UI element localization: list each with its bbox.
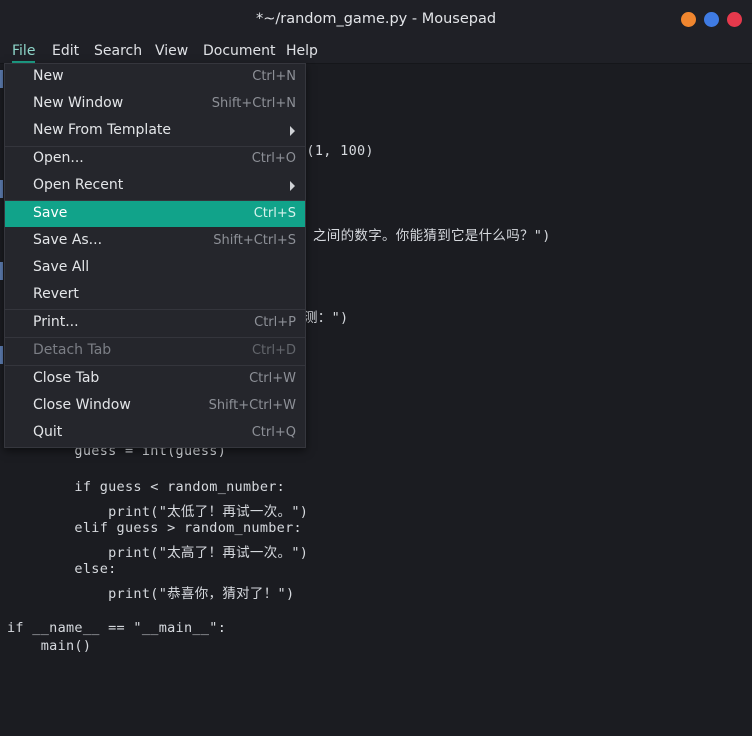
menu-document[interactable]: Document	[203, 41, 276, 61]
code-fragment: 测：")	[304, 310, 349, 326]
menu-view[interactable]: View	[155, 41, 188, 61]
menu-item-shortcut: Shift+Ctrl+S	[213, 233, 296, 248]
menu-item-new-from-template[interactable]: New From Template	[5, 118, 305, 144]
menu-item-label: Close Window	[33, 397, 131, 413]
menu-item-label: Save All	[33, 259, 90, 275]
menu-item-save-all[interactable]: Save All	[5, 255, 305, 281]
title-bar: *~/random_game.py - Mousepad	[0, 0, 752, 40]
code-line: elif guess > random_number:	[7, 520, 302, 536]
minimize-button[interactable]	[681, 12, 696, 27]
maximize-button[interactable]	[704, 12, 719, 27]
menu-item-print[interactable]: Print... Ctrl+P	[5, 310, 305, 336]
close-button[interactable]	[727, 12, 742, 27]
code-line: if guess < random_number:	[7, 479, 286, 495]
menu-file[interactable]: File	[12, 41, 36, 63]
menu-item-new[interactable]: New Ctrl+N	[5, 64, 305, 90]
code-line: print("太低了！再试一次。")	[7, 504, 309, 520]
submenu-arrow-icon	[290, 126, 295, 136]
menu-item-revert[interactable]: Revert	[5, 282, 305, 308]
menu-item-open[interactable]: Open... Ctrl+O	[5, 146, 305, 172]
menu-item-shortcut: Ctrl+N	[252, 69, 296, 84]
code-line: print("恭喜你，猜对了！")	[7, 586, 295, 602]
menu-item-close-tab[interactable]: Close Tab Ctrl+W	[5, 366, 305, 392]
code-fragment: t(1, 100)	[298, 143, 374, 159]
menu-item-label: Save As...	[33, 232, 103, 248]
left-edge-marker	[0, 262, 3, 280]
menu-item-label: New	[33, 68, 64, 84]
menu-bar: File Edit Search View Document Help	[0, 40, 752, 64]
menu-item-label: Close Tab	[33, 370, 100, 386]
code-fragment: 之间的数字。你能猜到它是什么吗？")	[313, 228, 551, 244]
code-line: print("太高了！再试一次。")	[7, 545, 309, 561]
menu-search[interactable]: Search	[94, 41, 142, 61]
menu-item-shortcut: Ctrl+W	[249, 371, 296, 386]
menu-item-label: New Window	[33, 95, 124, 111]
menu-item-label: Open...	[33, 150, 84, 166]
menu-item-open-recent[interactable]: Open Recent	[5, 173, 305, 199]
left-edge-marker	[0, 180, 3, 198]
menu-item-label: Quit	[33, 424, 63, 440]
menu-item-shortcut: Ctrl+O	[251, 151, 296, 166]
menu-item-label: Print...	[33, 314, 79, 330]
menu-item-label: New From Template	[33, 122, 172, 138]
menu-item-label: Revert	[33, 286, 79, 302]
menu-item-shortcut: Shift+Ctrl+N	[211, 96, 296, 111]
left-edge-marker	[0, 70, 3, 88]
menu-item-shortcut: Ctrl+D	[251, 343, 296, 358]
menu-item-shortcut: Shift+Ctrl+W	[208, 398, 296, 413]
menu-help[interactable]: Help	[286, 41, 318, 61]
menu-item-quit[interactable]: Quit Ctrl+Q	[5, 420, 305, 446]
menu-item-save[interactable]: Save Ctrl+S	[5, 201, 305, 227]
code-line: else:	[7, 561, 117, 577]
menu-item-close-window[interactable]: Close Window Shift+Ctrl+W	[5, 393, 305, 419]
menu-item-shortcut: Ctrl+Q	[251, 425, 296, 440]
code-line: main()	[7, 638, 92, 654]
file-menu-dropdown: New Ctrl+N New Window Shift+Ctrl+N New F…	[4, 63, 306, 448]
menu-item-save-as[interactable]: Save As... Shift+Ctrl+S	[5, 228, 305, 254]
left-edge-marker	[0, 346, 3, 364]
submenu-arrow-icon	[290, 181, 295, 191]
menu-item-shortcut: Ctrl+P	[254, 315, 296, 330]
menu-item-label: Save	[33, 205, 68, 221]
window-title: *~/random_game.py - Mousepad	[255, 11, 497, 27]
menu-item-detach-tab: Detach Tab Ctrl+D	[5, 338, 305, 364]
code-line: if __name__ == "__main__":	[7, 620, 227, 636]
menu-edit[interactable]: Edit	[52, 41, 79, 61]
menu-item-label: Open Recent	[33, 177, 124, 193]
menu-item-label: Detach Tab	[33, 342, 112, 358]
menu-item-new-window[interactable]: New Window Shift+Ctrl+N	[5, 91, 305, 117]
menu-item-shortcut: Ctrl+S	[253, 206, 296, 221]
